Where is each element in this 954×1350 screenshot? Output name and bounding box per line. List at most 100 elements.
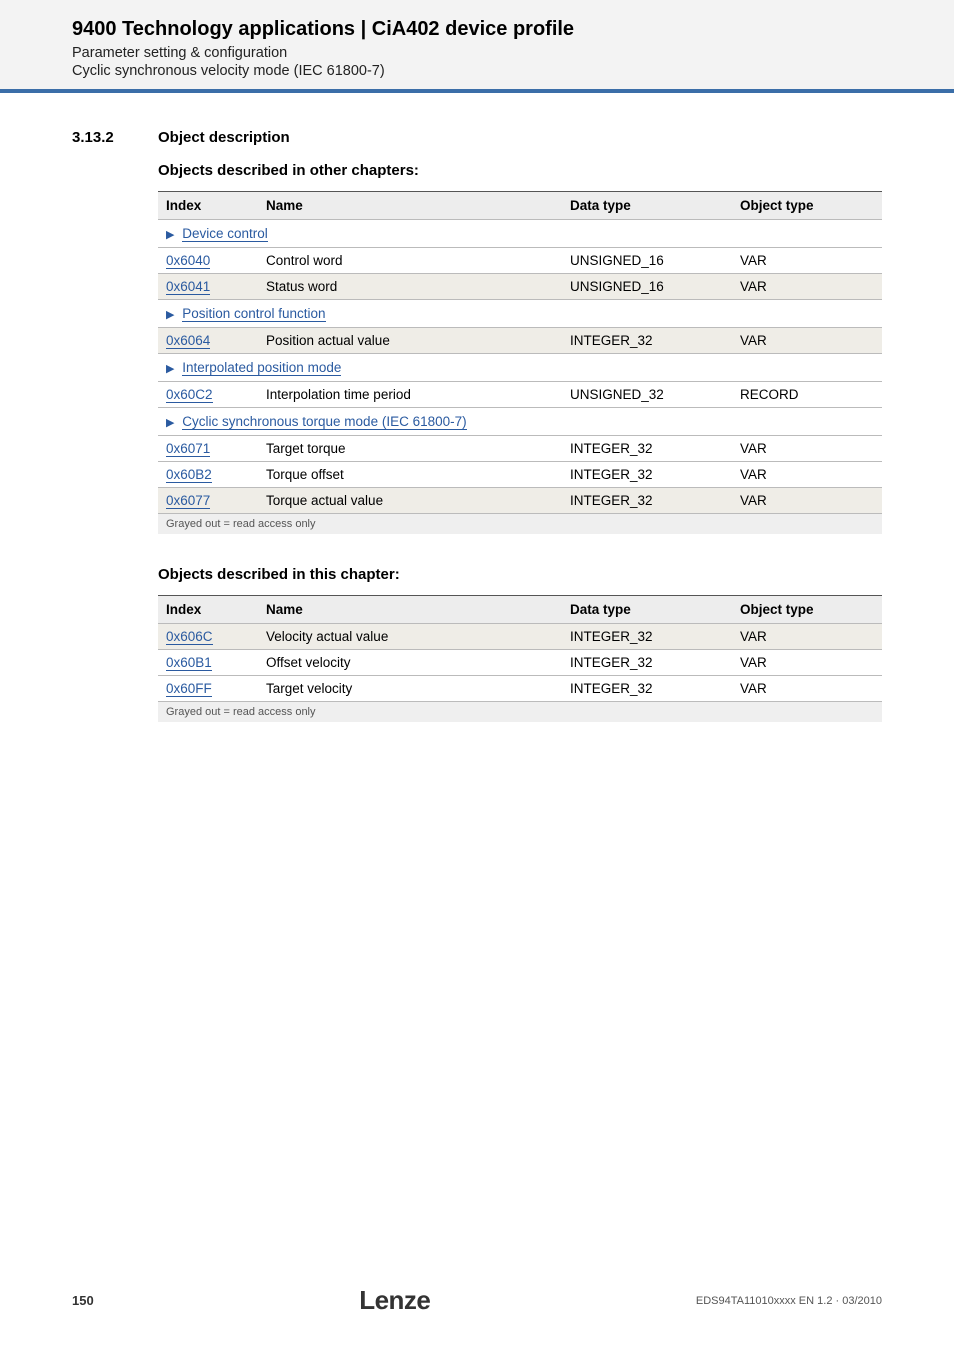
cell-dtype: INTEGER_32 [562, 676, 732, 702]
index-link[interactable]: 0x6071 [166, 441, 210, 457]
page-footer: 150 Lenze EDS94TA11010xxxx EN 1.2 · 03/2… [0, 1285, 954, 1316]
cell-otype: RECORD [732, 382, 882, 408]
table1-wrap: Index Name Data type Object type ▶ Devic… [158, 191, 882, 534]
index-link[interactable]: 0x6041 [166, 279, 210, 295]
cell-name: Torque actual value [258, 488, 562, 514]
section-link[interactable]: Interpolated position mode [182, 360, 341, 376]
section-link[interactable]: Cyclic synchronous torque mode (IEC 6180… [182, 414, 466, 430]
cell-index: 0x6071 [158, 436, 258, 462]
table1-row: 0x6077Torque actual valueINTEGER_32VAR [158, 488, 882, 514]
th-index: Index [158, 192, 258, 220]
cell-index: 0x6077 [158, 488, 258, 514]
table2: Index Name Data type Object type 0x606C V… [158, 595, 882, 702]
cell-dtype: UNSIGNED_16 [562, 248, 732, 274]
content-area: 3.13.2 Object description Objects descri… [0, 93, 954, 722]
triangle-icon: ▶ [166, 309, 174, 321]
cell-name: Control word [258, 248, 562, 274]
table1-row: 0x60B2 Torque offsetINTEGER_32VAR [158, 462, 882, 488]
section-link[interactable]: Device control [182, 226, 268, 242]
index-link[interactable]: 0x60B1 [166, 655, 212, 671]
table1-row: 0x6071 Target torqueINTEGER_32VAR [158, 436, 882, 462]
cell-otype: VAR [732, 248, 882, 274]
cell-name: Torque offset [258, 462, 562, 488]
header-sub2: Cyclic synchronous velocity mode (IEC 61… [0, 63, 954, 79]
cell-otype: VAR [732, 650, 882, 676]
table2-row: 0x606C Velocity actual valueINTEGER_32VAR [158, 624, 882, 650]
section-link-row: ▶ Interpolated position mode [158, 354, 882, 382]
subhead-other-chapters: Objects described in other chapters: [158, 162, 882, 179]
cell-index: 0x6064 [158, 328, 258, 354]
table1-row: 0x6064Position actual valueINTEGER_32VAR [158, 328, 882, 354]
cell-index: 0x60B2 [158, 462, 258, 488]
brand-logo: Lenze [359, 1285, 430, 1316]
index-link[interactable]: 0x60B2 [166, 467, 212, 483]
cell-dtype: UNSIGNED_16 [562, 274, 732, 300]
section-title: Object description [158, 129, 290, 146]
th-name: Name [258, 192, 562, 220]
cell-dtype: INTEGER_32 [562, 462, 732, 488]
table1-header-row: Index Name Data type Object type [158, 192, 882, 220]
document-id: EDS94TA11010xxxx EN 1.2 · 03/2010 [696, 1295, 882, 1307]
th-index: Index [158, 596, 258, 624]
cell-otype: VAR [732, 436, 882, 462]
cell-dtype: INTEGER_32 [562, 436, 732, 462]
th-dtype: Data type [562, 192, 732, 220]
page-number: 150 [72, 1293, 94, 1308]
cell-name: Target torque [258, 436, 562, 462]
index-link[interactable]: 0x6064 [166, 333, 210, 349]
section-heading: 3.13.2 Object description [72, 129, 882, 146]
cell-index: 0x6041 [158, 274, 258, 300]
cell-name: Interpolation time period [258, 382, 562, 408]
triangle-icon: ▶ [166, 363, 174, 375]
section-link-row: ▶ Device control [158, 220, 882, 248]
cell-dtype: INTEGER_32 [562, 624, 732, 650]
cell-index: 0x60B1 [158, 650, 258, 676]
cell-name: Target velocity [258, 676, 562, 702]
index-link[interactable]: 0x60FF [166, 681, 212, 697]
section-link[interactable]: Position control function [182, 306, 325, 322]
table1-row: 0x60C2 Interpolation time periodUNSIGNED_… [158, 382, 882, 408]
table2-row: 0x60B1 Offset velocityINTEGER_32VAR [158, 650, 882, 676]
section-link-cell: ▶ Position control function [158, 300, 882, 328]
triangle-icon: ▶ [166, 417, 174, 429]
cell-index: 0x6040 [158, 248, 258, 274]
section-link-row: ▶ Position control function [158, 300, 882, 328]
table2-row: 0x60FF Target velocityINTEGER_32VAR [158, 676, 882, 702]
section-link-cell: ▶ Cyclic synchronous torque mode (IEC 61… [158, 408, 882, 436]
cell-otype: VAR [732, 676, 882, 702]
section-link-row: ▶ Cyclic synchronous torque mode (IEC 61… [158, 408, 882, 436]
header-title: 9400 Technology applications | CiA402 de… [0, 18, 954, 45]
section-number: 3.13.2 [72, 129, 124, 146]
table1-row: 0x6041 Status wordUNSIGNED_16VAR [158, 274, 882, 300]
cell-name: Velocity actual value [258, 624, 562, 650]
th-dtype: Data type [562, 596, 732, 624]
cell-index: 0x60C2 [158, 382, 258, 408]
cell-otype: VAR [732, 488, 882, 514]
cell-name: Position actual value [258, 328, 562, 354]
table2-footnote: Grayed out = read access only [158, 702, 882, 722]
cell-otype: VAR [732, 274, 882, 300]
table1-footnote: Grayed out = read access only [158, 514, 882, 534]
header-sub1: Parameter setting & configuration [0, 45, 954, 63]
subhead-this-chapter: Objects described in this chapter: [158, 566, 882, 583]
triangle-icon: ▶ [166, 229, 174, 241]
cell-name: Offset velocity [258, 650, 562, 676]
cell-name: Status word [258, 274, 562, 300]
index-link[interactable]: 0x606C [166, 629, 213, 645]
table2-wrap: Index Name Data type Object type 0x606C V… [158, 595, 882, 722]
index-link[interactable]: 0x60C2 [166, 387, 213, 403]
cell-index: 0x60FF [158, 676, 258, 702]
section-link-cell: ▶ Interpolated position mode [158, 354, 882, 382]
section-link-cell: ▶ Device control [158, 220, 882, 248]
th-otype: Object type [732, 596, 882, 624]
th-otype: Object type [732, 192, 882, 220]
index-link[interactable]: 0x6040 [166, 253, 210, 269]
index-link[interactable]: 0x6077 [166, 493, 210, 509]
cell-index: 0x606C [158, 624, 258, 650]
cell-otype: VAR [732, 624, 882, 650]
cell-dtype: INTEGER_32 [562, 650, 732, 676]
th-name: Name [258, 596, 562, 624]
cell-otype: VAR [732, 462, 882, 488]
cell-dtype: UNSIGNED_32 [562, 382, 732, 408]
table1: Index Name Data type Object type ▶ Devic… [158, 191, 882, 514]
